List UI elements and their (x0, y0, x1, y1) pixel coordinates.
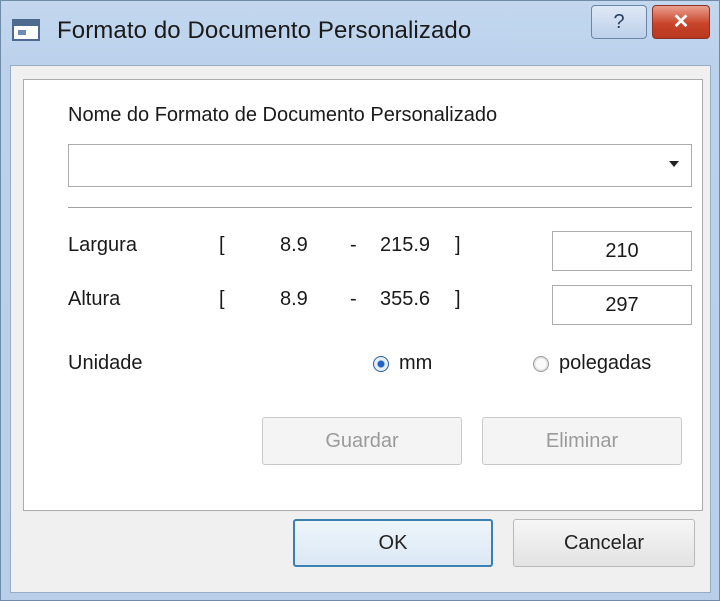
help-button[interactable]: ? (591, 5, 647, 39)
width-bracket-close: ] (455, 234, 461, 256)
name-combobox[interactable] (68, 144, 692, 187)
width-max: 215.9 (380, 234, 431, 256)
ok-button[interactable]: OK (293, 519, 493, 567)
close-button[interactable]: ✕ (652, 5, 710, 39)
save-button[interactable]: Guardar (262, 417, 462, 465)
app-window-icon (12, 19, 40, 41)
width-input[interactable]: 210 (552, 231, 692, 271)
dropdown-arrow-icon[interactable] (669, 161, 679, 167)
width-bracket-open: [ (219, 234, 225, 256)
height-bracket-open: [ (219, 288, 225, 310)
radio-mm-label[interactable]: mm (399, 352, 432, 375)
delete-button[interactable]: Eliminar (482, 417, 682, 465)
width-min: 8.9 (280, 234, 308, 256)
dialog-client-area: Nome do Formato de Documento Personaliza… (10, 65, 711, 593)
window-title: Formato do Documento Personalizado (57, 17, 472, 44)
radio-inches[interactable] (533, 356, 549, 372)
height-label: Altura (68, 288, 121, 310)
width-label: Largura (68, 234, 137, 256)
unit-label: Unidade (68, 352, 143, 374)
radio-inches-label[interactable]: polegadas (559, 352, 651, 375)
name-label: Nome do Formato de Documento Personaliza… (68, 104, 498, 126)
height-input[interactable]: 297 (552, 285, 692, 325)
height-bracket-close: ] (455, 288, 461, 310)
settings-panel: Nome do Formato de Documento Personaliza… (23, 79, 703, 511)
height-max: 355.6 (380, 288, 431, 310)
height-min: 8.9 (280, 288, 308, 310)
title-bar[interactable]: Formato do Documento Personalizado ? ✕ (1, 1, 719, 65)
dialog-window: Formato do Documento Personalizado ? ✕ N… (0, 0, 720, 601)
divider (68, 207, 692, 208)
width-dash: - (350, 234, 357, 256)
radio-mm[interactable] (373, 356, 389, 372)
cancel-button[interactable]: Cancelar (513, 519, 695, 567)
height-dash: - (350, 288, 357, 310)
